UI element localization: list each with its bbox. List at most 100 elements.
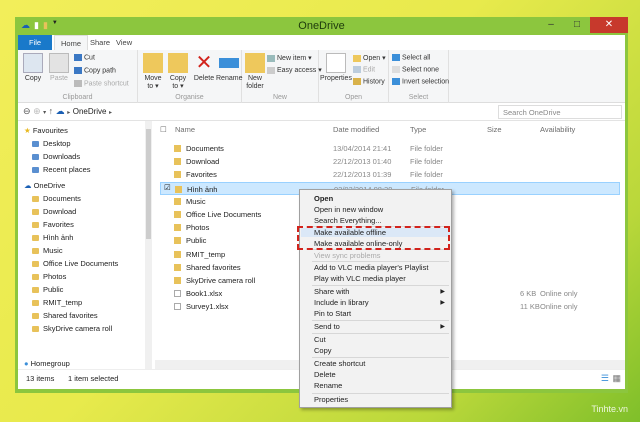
sidebar-item[interactable]: Favorites [32, 220, 74, 229]
select-all-button[interactable]: Select all [392, 54, 430, 61]
tab-home[interactable]: Home [54, 35, 89, 50]
move-to-button[interactable]: Move to ▾ [141, 53, 165, 91]
close-button[interactable]: ✕ [590, 17, 628, 33]
column-availability[interactable]: Availability [540, 125, 575, 134]
recent-locations-icon[interactable]: ▾ [43, 110, 46, 116]
details-view-icon[interactable]: ☰ [601, 373, 609, 384]
open-button[interactable]: Open ▾ [353, 54, 386, 62]
navigation-scrollbar[interactable] [145, 121, 152, 369]
edit-button[interactable]: Edit [353, 66, 375, 73]
menu-item-properties[interactable]: Properties [314, 395, 348, 404]
sidebar-item[interactable]: Desktop [32, 139, 71, 148]
menu-item-send-to[interactable]: Send to [314, 322, 340, 331]
column-date-modified[interactable]: Date modified [333, 125, 379, 134]
invert-selection-icon [392, 78, 400, 85]
sidebar-item[interactable]: Music [32, 246, 63, 255]
tab-file[interactable]: File [18, 35, 52, 50]
paste-button[interactable]: Paste [48, 53, 70, 83]
select-all-checkbox[interactable]: ☐ [160, 125, 167, 134]
sidebar-item[interactable]: SkyDrive camera roll [32, 324, 112, 333]
menu-item-add-to-vlc-media-player-s-playlist[interactable]: Add to VLC media player's Playlist [314, 263, 428, 272]
folder-icon [245, 53, 265, 73]
tab-view[interactable]: View [110, 35, 138, 50]
folder-icon [174, 211, 181, 218]
sidebar-favourites[interactable]: ★ Favourites [24, 126, 68, 135]
select-none-button[interactable]: Select none [392, 66, 439, 73]
file-name: Documents [186, 144, 224, 153]
folder-icon [32, 222, 39, 229]
new-item-button[interactable]: New item ▾ [267, 54, 312, 62]
sidebar-item[interactable]: RMIT_temp [32, 298, 82, 307]
edit-icon [353, 66, 361, 73]
minimize-button[interactable]: – [538, 17, 564, 33]
breadcrumb-chevron-icon[interactable]: ▸ [109, 110, 112, 116]
rename-button[interactable]: Rename [216, 53, 242, 83]
file-name: Survey1.xlsx [186, 302, 229, 312]
sidebar-item[interactable]: Office Live Documents [32, 259, 118, 268]
scissors-icon [74, 54, 82, 61]
file-icon [174, 290, 181, 298]
back-button[interactable]: ⊖ [23, 106, 31, 116]
sidebar-item[interactable]: Photos [32, 272, 66, 281]
sidebar-item[interactable]: Download [32, 207, 76, 216]
sidebar-onedrive[interactable]: ☁ OneDrive [24, 181, 65, 190]
file-name: Hình ảnh [187, 184, 218, 194]
menu-item-pin-to-start[interactable]: Pin to Start [314, 309, 351, 318]
row-checkbox[interactable]: ☑ [164, 183, 171, 192]
sidebar-item[interactable]: Documents [32, 194, 81, 203]
folder-icon [32, 287, 39, 294]
copy-button[interactable]: Copy [22, 53, 44, 83]
sidebar-item[interactable]: Public [32, 285, 63, 294]
copy-path-button[interactable]: Copy path [74, 67, 116, 74]
menu-item-play-with-vlc-media-player[interactable]: Play with VLC media player [314, 274, 406, 283]
cut-button[interactable]: Cut [74, 54, 95, 61]
menu-item-search-everything[interactable]: Search Everything... [314, 216, 382, 225]
file-row[interactable]: Download 22/12/2013 01:40 File folder [160, 155, 620, 168]
scrollbar-thumb[interactable] [146, 129, 151, 239]
sidebar-item[interactable]: Hình ảnh [32, 233, 73, 242]
file-row[interactable]: Documents 13/04/2014 21:41 File folder [160, 142, 620, 155]
context-menu: Open Open in new window Search Everything.… [299, 189, 452, 408]
search-input[interactable]: Search OneDrive [498, 105, 622, 119]
folder-icon [32, 209, 39, 216]
sidebar-homegroup[interactable]: ● Homegroup [24, 359, 70, 368]
delete-button[interactable]: ✕ Delete [192, 53, 216, 83]
menu-item-create-shortcut[interactable]: Create shortcut [314, 359, 365, 368]
menu-item-rename[interactable]: Rename [314, 381, 342, 390]
new-folder-button[interactable]: New folder [245, 53, 265, 91]
column-type[interactable]: Type [410, 125, 426, 134]
sidebar-item[interactable]: Downloads [32, 152, 80, 161]
menu-item-delete[interactable]: Delete [314, 370, 336, 379]
forward-button[interactable]: ⊕ [33, 106, 41, 116]
menu-item-open-in-new-window[interactable]: Open in new window [314, 205, 383, 214]
breadcrumb-onedrive[interactable]: OneDrive [73, 107, 107, 116]
paste-shortcut-button[interactable]: Paste shortcut [74, 80, 129, 87]
menu-item-copy[interactable]: Copy [314, 346, 332, 355]
folder-icon [174, 158, 181, 166]
sidebar-item[interactable]: Recent places [32, 165, 91, 174]
history-button[interactable]: History [353, 78, 385, 85]
file-row[interactable]: Favorites 22/12/2013 01:39 File folder [160, 168, 620, 181]
onedrive-icon: ☁ [24, 181, 32, 190]
column-name[interactable]: Name [175, 125, 195, 134]
file-size: 11 KB [520, 302, 540, 312]
ribbon-tabs: File Home Share View [18, 35, 625, 50]
maximize-button[interactable]: □ [564, 17, 590, 33]
menu-item-share-with[interactable]: Share with [314, 287, 349, 296]
menu-separator [312, 357, 449, 358]
menu-item-cut[interactable]: Cut [314, 335, 326, 344]
copy-to-button[interactable]: Copy to ▾ [166, 53, 190, 91]
invert-selection-button[interactable]: Invert selection [392, 78, 449, 85]
large-icons-view-icon[interactable]: ▦ [612, 373, 621, 384]
properties-button[interactable]: Properties [320, 53, 352, 83]
sidebar-item[interactable]: Shared favorites [32, 311, 98, 320]
folder-icon [174, 237, 181, 245]
up-arrow-icon[interactable]: ↑ [49, 106, 54, 116]
menu-item-open[interactable]: Open [314, 194, 333, 203]
menu-separator [312, 333, 449, 334]
column-size[interactable]: Size [487, 125, 502, 134]
navigation-pane: ★ Favourites Desktop Downloads Recent place… [18, 121, 153, 369]
easy-access-button[interactable]: Easy access ▾ [267, 66, 322, 74]
menu-item-include-in-library[interactable]: Include in library [314, 298, 369, 307]
selected-count: 1 item selected [68, 374, 119, 383]
